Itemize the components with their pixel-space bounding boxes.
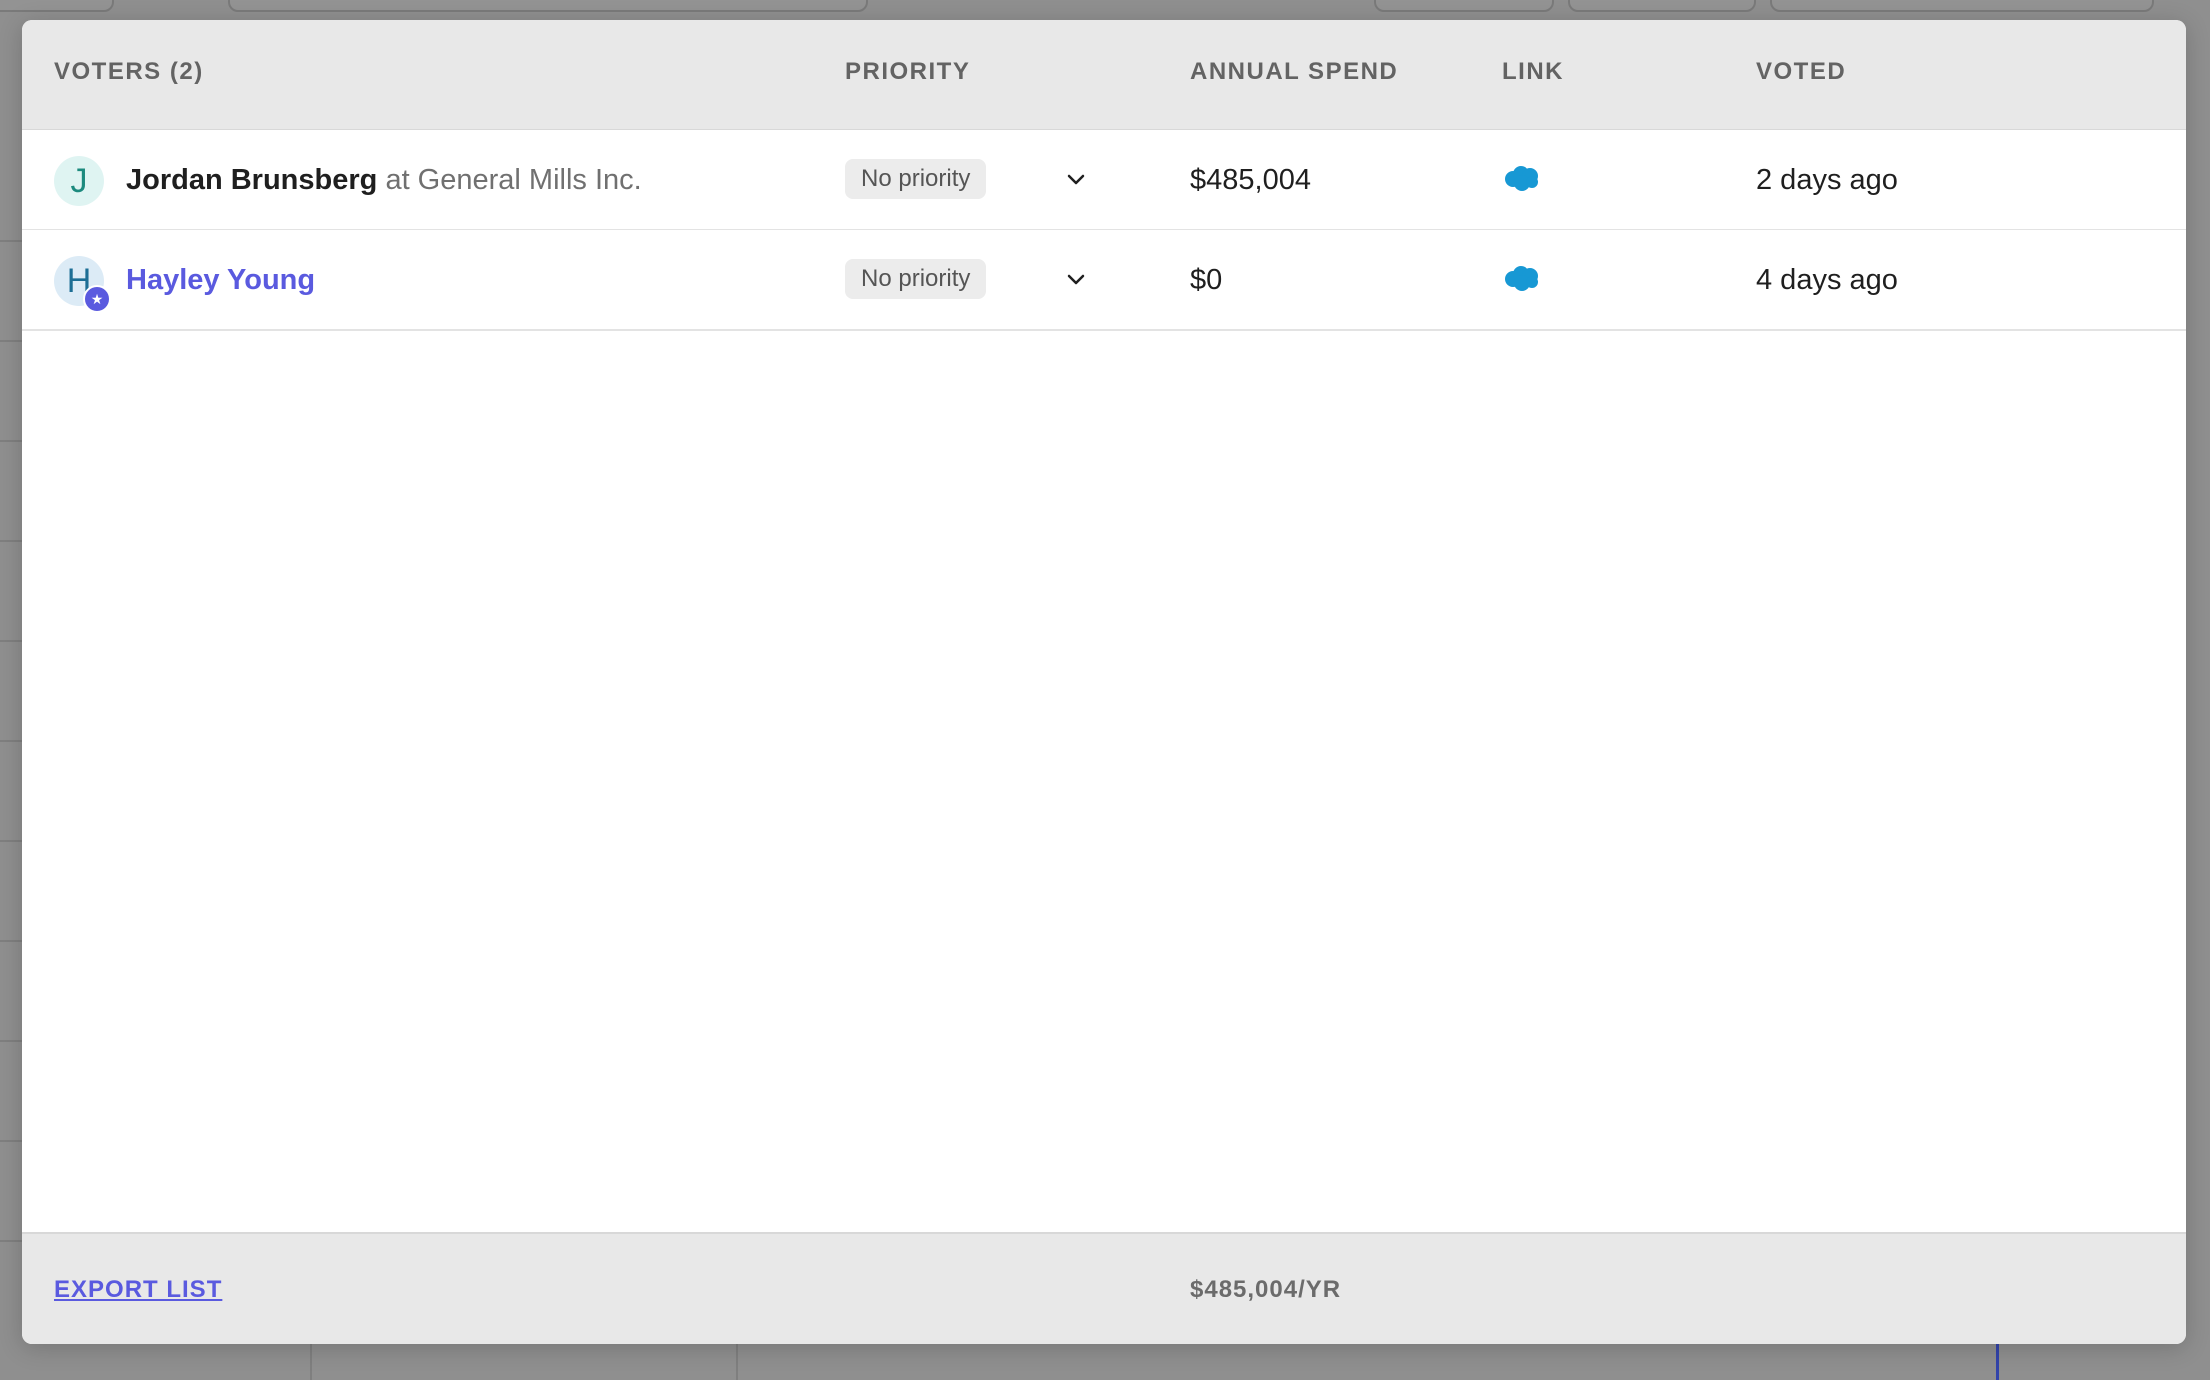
table-row: H ★ Hayley Young No priority $0 4 days a… xyxy=(22,230,2186,331)
column-header-voters: VOTERS (2) xyxy=(54,58,204,85)
background-left-column xyxy=(0,40,22,1380)
annual-spend-value: $0 xyxy=(1190,264,1223,296)
table-row: J Jordan Brunsberg at General Mills Inc.… xyxy=(22,130,2186,231)
background-toolbar-button xyxy=(1374,0,1554,12)
column-header-annual-spend: ANNUAL SPEND xyxy=(1190,58,1399,85)
table-footer: EXPORT LIST $485,004/YR xyxy=(22,1232,2186,1344)
voters-modal: VOTERS (2) PRIORITY ANNUAL SPEND LINK VO… xyxy=(22,20,2186,1344)
table-header: VOTERS (2) PRIORITY ANNUAL SPEND LINK VO… xyxy=(22,20,2186,131)
salesforce-cloud-icon[interactable] xyxy=(1502,264,1542,294)
voter-company: at General Mills Inc. xyxy=(385,164,642,196)
chevron-down-icon[interactable] xyxy=(1062,166,1090,194)
background-toolbar-button xyxy=(1568,0,1756,12)
column-header-voted: VOTED xyxy=(1756,58,1847,85)
background-toolbar-button xyxy=(1770,0,2154,12)
avatar: H ★ xyxy=(54,256,111,313)
priority-badge[interactable]: No priority xyxy=(845,259,987,299)
voter-name-link[interactable]: Hayley Young xyxy=(126,264,315,296)
background-toolbar-button xyxy=(0,0,114,12)
star-badge-icon: ★ xyxy=(83,285,111,313)
column-header-link: LINK xyxy=(1502,58,1564,85)
voted-time: 4 days ago xyxy=(1756,264,1898,296)
export-list-link[interactable]: EXPORT LIST xyxy=(54,1276,222,1304)
voter-name: Jordan Brunsberg at General Mills Inc. xyxy=(126,164,642,197)
total-annual-spend: $485,004/YR xyxy=(1190,1276,1342,1303)
priority-badge[interactable]: No priority xyxy=(845,159,987,199)
voter-name-text: Jordan Brunsberg xyxy=(126,164,378,196)
avatar: J xyxy=(54,156,104,206)
salesforce-cloud-icon[interactable] xyxy=(1502,164,1542,194)
annual-spend-value: $485,004 xyxy=(1190,164,1311,196)
voter-name: Hayley Young xyxy=(126,264,315,297)
background-search-field xyxy=(228,0,868,12)
chevron-down-icon[interactable] xyxy=(1062,266,1090,294)
column-header-priority: PRIORITY xyxy=(845,58,971,85)
voted-time: 2 days ago xyxy=(1756,164,1898,196)
